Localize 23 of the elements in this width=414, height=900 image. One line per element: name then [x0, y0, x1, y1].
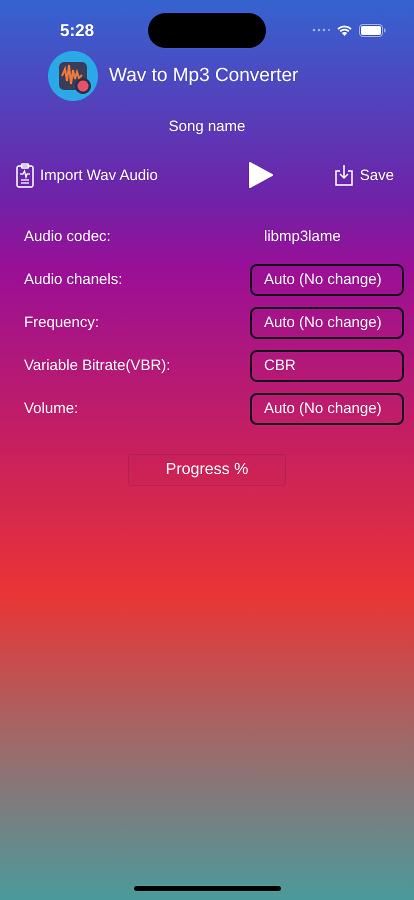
setting-label: Audio codec: [24, 228, 111, 245]
import-button[interactable]: Import Wav Audio [16, 162, 158, 188]
status-time: 5:28 [60, 20, 94, 41]
setting-dropdown[interactable]: Auto (No change) [250, 392, 404, 424]
clipboard-icon [16, 162, 34, 188]
play-button[interactable] [248, 161, 274, 189]
setting-dropdown[interactable]: CBR [250, 350, 404, 382]
wifi-icon [336, 24, 353, 36]
save-button[interactable]: Save [334, 164, 394, 186]
setting-label: Volume: [24, 400, 78, 417]
signal-icon [312, 28, 330, 32]
app-title: Wav to Mp3 Converter [109, 65, 298, 87]
download-icon [334, 164, 354, 186]
setting-label: Variable Bitrate(VBR): [24, 357, 170, 374]
app-icon [48, 51, 98, 101]
progress-label: Progress % [128, 454, 286, 486]
setting-label: Frequency: [24, 314, 100, 331]
setting-value: libmp3lame [263, 228, 342, 245]
setting-dropdown[interactable]: Auto (No change) [250, 306, 404, 338]
setting-label: Audio chanels: [24, 271, 122, 288]
song-name: Song name [168, 118, 246, 135]
battery-icon [359, 24, 386, 36]
setting-dropdown[interactable]: Auto (No change) [250, 264, 404, 296]
